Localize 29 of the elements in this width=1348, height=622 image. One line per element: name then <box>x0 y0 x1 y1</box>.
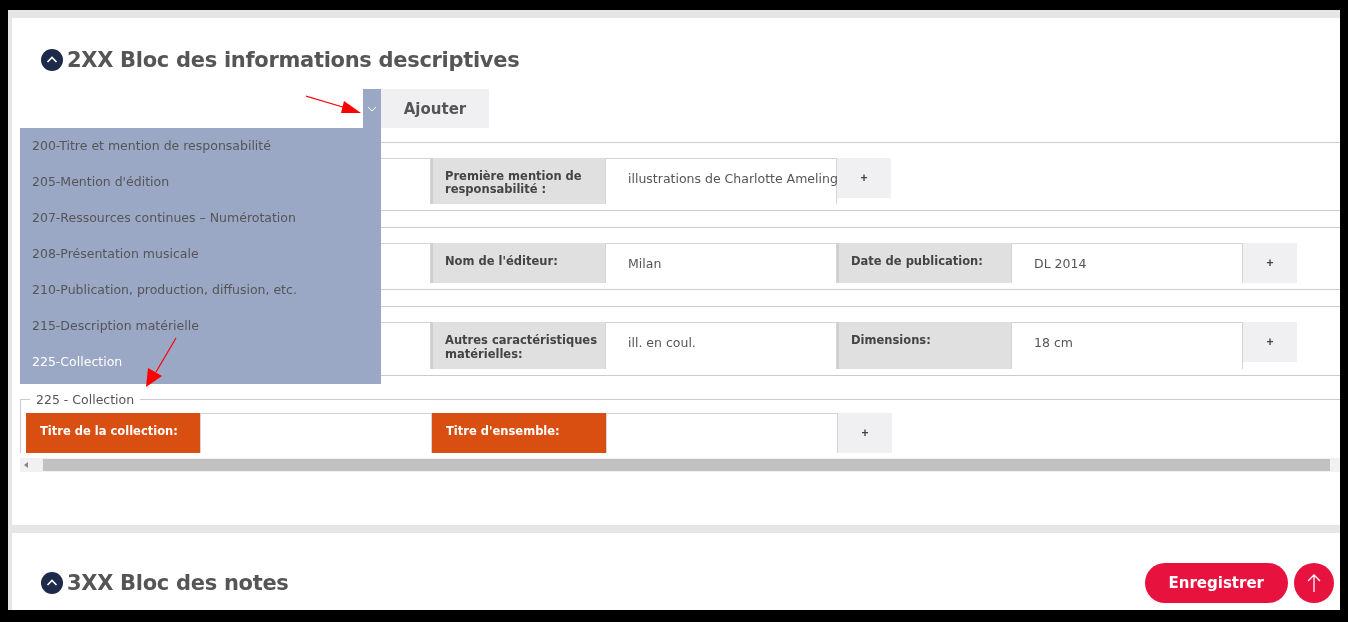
field-label: Dimensions: <box>837 322 1011 369</box>
arrow-up-icon <box>1307 573 1321 593</box>
input-field[interactable]: 18 cm <box>1011 322 1243 369</box>
add-field-button[interactable]: + <box>838 412 892 453</box>
section-title: 2XX Bloc des informations descriptives <box>67 48 520 72</box>
horizontal-scrollbar[interactable] <box>20 458 1340 472</box>
add-field-button[interactable]: + <box>1243 322 1297 363</box>
dropdown-toggle[interactable] <box>363 89 381 128</box>
scroll-top-button[interactable] <box>1294 563 1334 603</box>
fieldset-legend: 225 - Collection <box>30 391 141 407</box>
input-field[interactable]: ill. en coul. <box>605 322 837 369</box>
add-field-button[interactable]: + <box>837 158 891 198</box>
input-field[interactable]: Milan <box>605 243 837 284</box>
field-label: Titre de la collection: <box>26 412 200 453</box>
add-button[interactable]: Ajouter <box>381 89 489 128</box>
add-field-button[interactable]: + <box>1243 243 1297 284</box>
collapse-icon[interactable] <box>41 49 63 71</box>
section-title: 3XX Bloc des notes <box>67 571 289 595</box>
field-label: Autres caractéristiques matérielles: <box>431 322 605 369</box>
field-label: Titre d'ensemble: <box>432 412 606 453</box>
field-label: Date de publication: <box>837 243 1011 284</box>
field-label: Première mention de responsabilité : <box>431 158 605 205</box>
chevron-down-icon <box>367 105 377 112</box>
input-field[interactable]: DL 2014 <box>1011 243 1243 284</box>
input-field[interactable]: illustrations de Charlotte Ameling <box>605 158 837 205</box>
arrow-icon <box>306 94 362 116</box>
collapse-icon[interactable] <box>41 572 63 594</box>
field-label: Nom de l'éditeur: <box>431 243 605 284</box>
save-button[interactable]: Enregistrer <box>1144 563 1288 603</box>
